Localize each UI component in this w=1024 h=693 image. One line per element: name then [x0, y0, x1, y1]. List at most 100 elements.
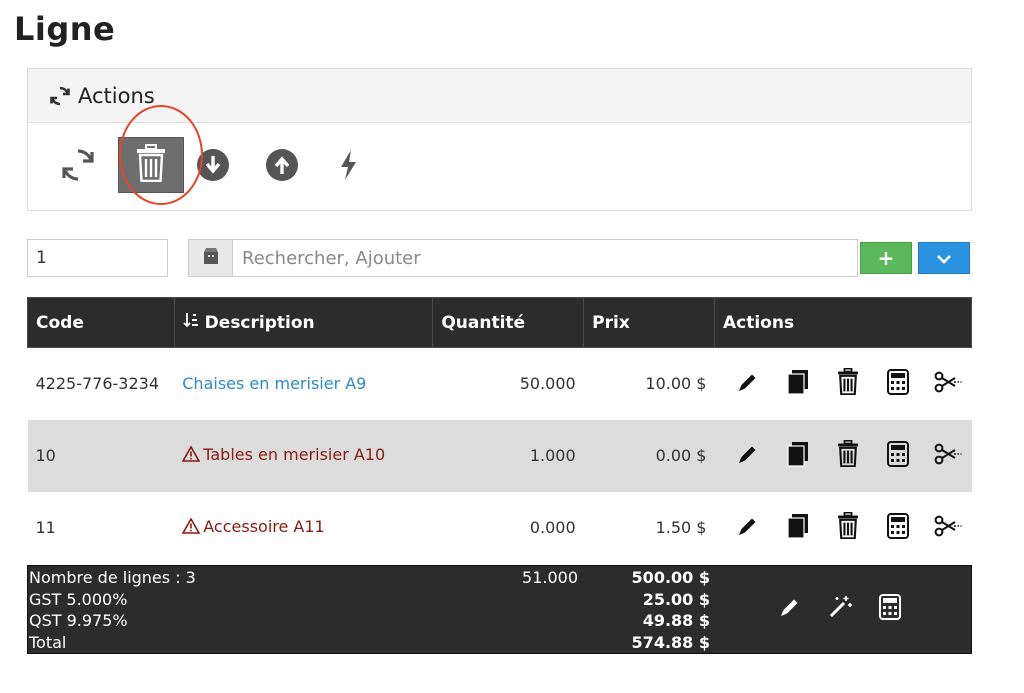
footer-calculator-button[interactable] — [876, 594, 904, 626]
delete-button[interactable] — [118, 137, 184, 193]
cell-actions — [714, 492, 971, 564]
row-duplicate-button[interactable] — [786, 441, 810, 471]
column-header-quantity[interactable]: Quantité — [432, 297, 585, 348]
row-delete-button[interactable] — [836, 511, 860, 543]
cell-quantity: 0.000 — [529, 518, 576, 537]
lines-table: Code Description Quantité Prix Actions 4… — [27, 297, 973, 564]
warning-icon — [181, 445, 201, 466]
pencil-icon — [778, 595, 802, 625]
sort-icon — [183, 313, 205, 333]
row-cut-button[interactable] — [934, 515, 962, 541]
pencil-icon — [736, 370, 760, 398]
row-cut-button[interactable] — [934, 371, 962, 397]
row-duplicate-button[interactable] — [786, 369, 810, 399]
cell-quantity: 1.000 — [432, 419, 584, 492]
footer-edit-button[interactable] — [776, 596, 804, 624]
column-header-price[interactable]: Prix — [583, 297, 715, 348]
scissors-icon — [934, 515, 962, 541]
copy-icon — [787, 513, 809, 543]
column-header-description[interactable]: Description — [173, 297, 434, 348]
scissors-icon — [934, 443, 962, 469]
qst-amount: 49.88 $ — [642, 611, 710, 630]
row-calculate-button[interactable] — [886, 512, 910, 543]
qst-label: QST 9.975% — [29, 611, 128, 630]
flash-button[interactable] — [320, 139, 376, 195]
calculator-icon — [887, 368, 910, 399]
cell-description[interactable]: Chaises en merisier A9 — [174, 348, 433, 420]
quantity-input[interactable] — [27, 239, 168, 277]
page-title: Ligne — [14, 10, 116, 48]
scissors-icon — [934, 371, 962, 397]
refresh-icon — [48, 84, 72, 108]
trash-icon — [837, 439, 859, 471]
search-group — [188, 239, 858, 277]
cell-description[interactable]: Tables en merisier A10 — [174, 419, 433, 492]
gst-amount: 25.00 $ — [642, 589, 710, 609]
table-header-row: Code Description Quantité Prix Actions — [27, 297, 973, 348]
actions-panel: Actions — [27, 68, 972, 211]
row-delete-button[interactable] — [836, 439, 860, 471]
cell-description[interactable]: Accessoire A11 — [174, 492, 433, 564]
pencil-icon — [736, 442, 760, 470]
search-input[interactable] — [233, 240, 857, 276]
description-link[interactable]: Tables en merisier A10 — [203, 445, 385, 464]
box-icon — [201, 247, 221, 269]
cell-code: 10 — [27, 419, 175, 492]
description-link[interactable]: Accessoire A11 — [203, 517, 324, 536]
row-delete-button[interactable] — [836, 368, 860, 399]
upload-button[interactable] — [254, 139, 310, 195]
add-button[interactable]: + — [860, 242, 912, 274]
footer-actions — [776, 594, 904, 626]
calculator-icon — [887, 512, 910, 543]
cell-quantity: 50.000 — [519, 374, 576, 394]
warning-icon — [181, 517, 201, 538]
pencil-icon — [736, 514, 760, 542]
row-edit-button[interactable] — [736, 371, 760, 397]
cell-code: 4225-776-3234 — [35, 374, 160, 394]
column-header-description-label: Description — [204, 313, 315, 333]
subtotal-amount: 500.00 $ — [631, 568, 710, 587]
cell-price: 1.50 $ — [655, 518, 707, 537]
row-calculate-button[interactable] — [886, 440, 910, 471]
refresh-button[interactable] — [50, 139, 106, 195]
footer-magic-button[interactable] — [826, 596, 854, 624]
row-actions — [722, 368, 963, 399]
total-amount: 574.88 $ — [631, 632, 710, 652]
magic-wand-icon — [827, 594, 853, 626]
row-edit-button[interactable] — [736, 515, 760, 541]
row-duplicate-button[interactable] — [786, 513, 810, 543]
product-addon[interactable] — [189, 240, 233, 276]
total-quantity: 51.000 — [522, 568, 578, 587]
circle-arrow-down-icon — [196, 148, 230, 186]
dropdown-button[interactable] — [918, 242, 970, 274]
gst-label: GST 5.000% — [29, 589, 128, 609]
column-header-actions: Actions — [713, 297, 973, 348]
trash-icon — [136, 144, 166, 186]
trash-icon — [837, 511, 859, 543]
totals-labels: Nombre de lignes : 3 GST 5.000% QST 9.97… — [29, 567, 196, 653]
refresh-icon — [59, 146, 97, 188]
copy-icon — [787, 441, 809, 471]
row-actions — [722, 511, 963, 543]
copy-icon — [787, 369, 809, 399]
total-label: Total — [29, 632, 67, 652]
circle-arrow-up-icon — [265, 148, 299, 186]
download-button[interactable] — [185, 139, 241, 195]
table-row[interactable]: 10 Tables en merisier A10 1.000 0.00 $ — [27, 419, 972, 492]
cell-price: 10.00 $ — [645, 374, 707, 394]
column-header-code[interactable]: Code — [27, 297, 175, 348]
trash-icon — [837, 368, 859, 399]
actions-panel-header: Actions — [28, 69, 971, 123]
row-calculate-button[interactable] — [886, 368, 910, 399]
cell-actions — [714, 348, 971, 420]
description-link[interactable]: Chaises en merisier A9 — [182, 374, 366, 393]
actions-panel-title: Actions — [78, 83, 155, 108]
totals-footer: Nombre de lignes : 3 GST 5.000% QST 9.97… — [27, 565, 972, 654]
table-row[interactable]: 4225-776-3234 Chaises en merisier A9 50.00… — [28, 348, 972, 420]
calculator-icon — [879, 594, 901, 626]
calculator-icon — [887, 440, 910, 471]
actions-toolbar — [28, 105, 971, 211]
row-edit-button[interactable] — [736, 443, 760, 469]
table-row[interactable]: 11 Accessoire A11 0.000 1.50 $ — [28, 492, 972, 564]
row-cut-button[interactable] — [934, 443, 962, 469]
